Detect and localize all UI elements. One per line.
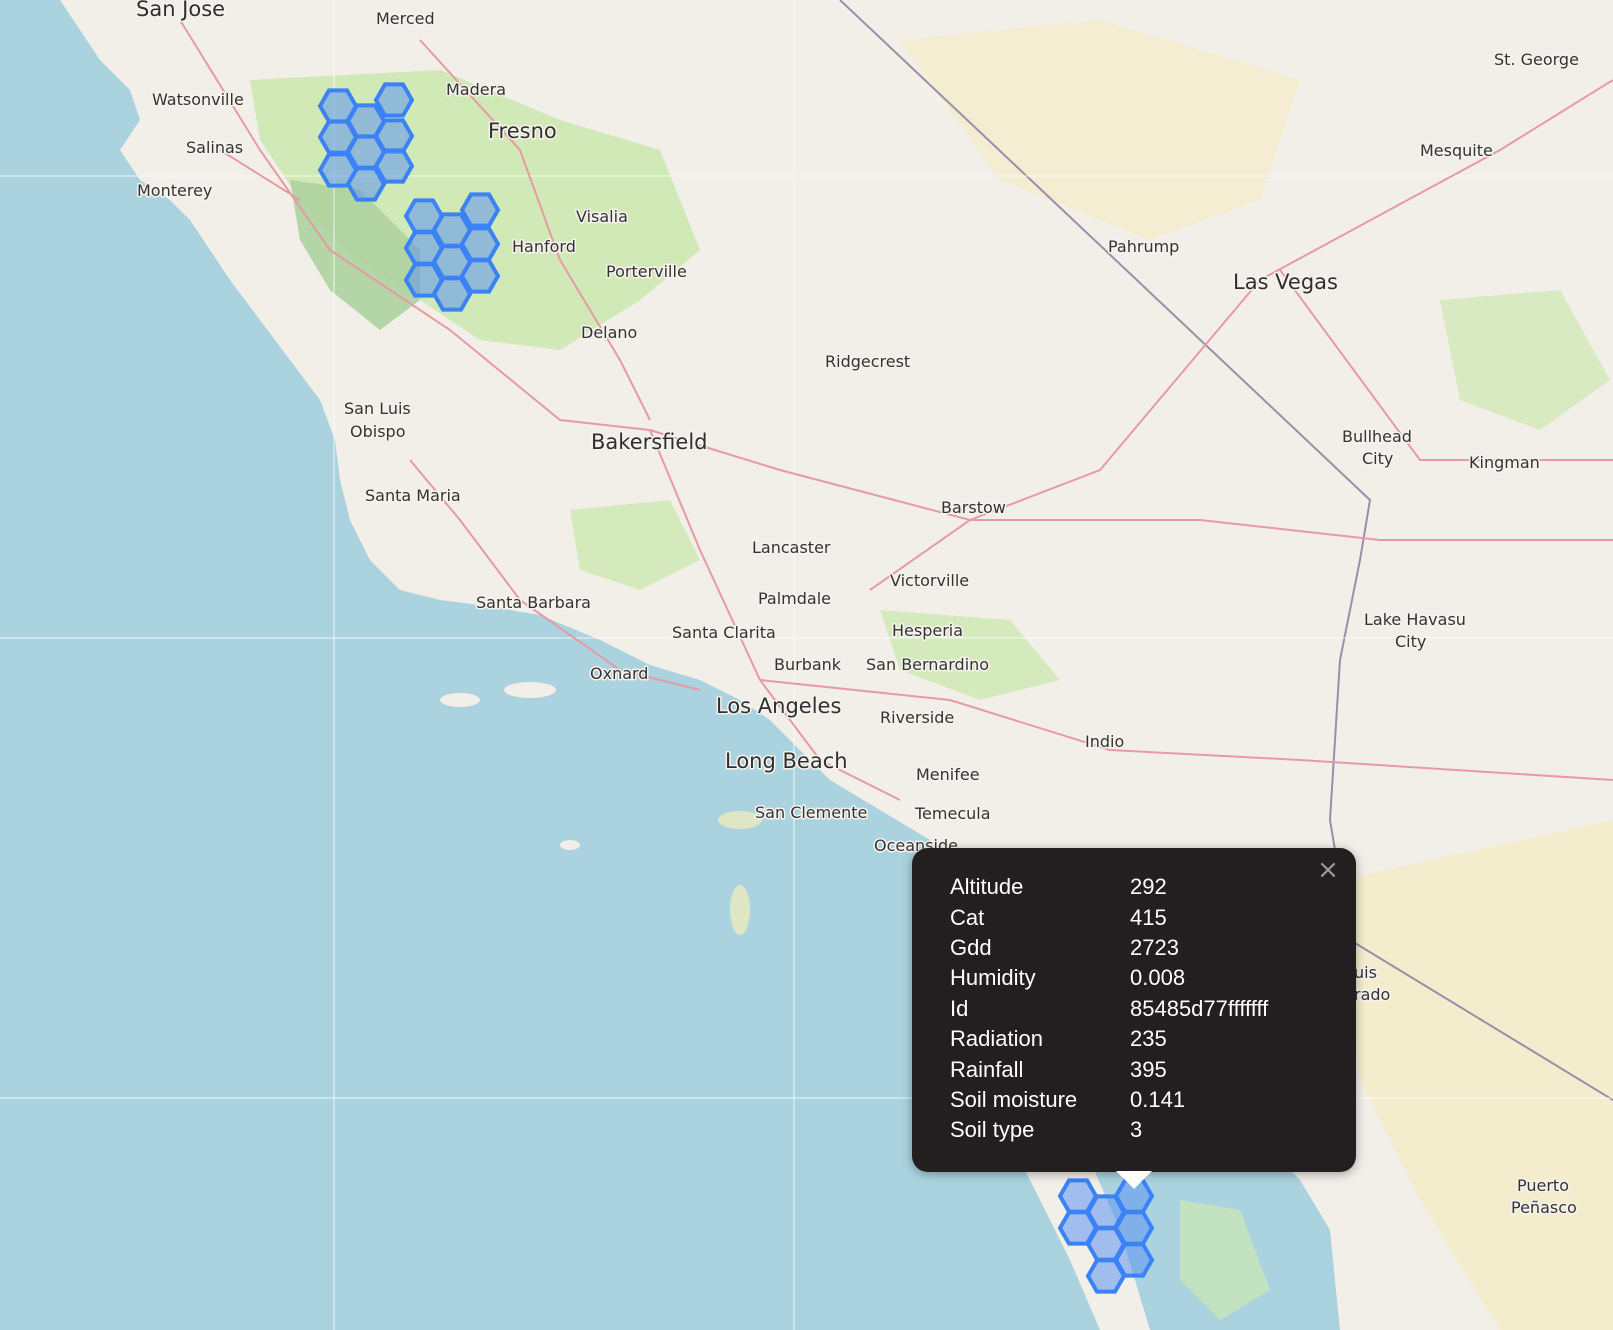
- place-label: Barstow: [941, 498, 1006, 517]
- hexagon-cell[interactable]: [373, 148, 415, 184]
- place-label: Porterville: [606, 262, 687, 281]
- popup-row: Humidity 0.008: [950, 963, 1268, 993]
- place-label: Indio: [1085, 732, 1124, 751]
- place-label: Visalia: [576, 207, 628, 226]
- hexagon-cell[interactable]: [459, 192, 501, 228]
- popup-key: Altitude: [950, 874, 1024, 900]
- hex-cluster-south[interactable]: [1057, 1178, 1155, 1294]
- hexagon-cell[interactable]: [459, 226, 501, 262]
- place-label: Salinas: [186, 138, 243, 157]
- popup-value: 415: [1130, 904, 1167, 930]
- popup-row: Radiation 235: [950, 1024, 1268, 1054]
- popup-value: 85485d77fffffff: [1130, 995, 1269, 1021]
- place-label: Santa Maria: [365, 486, 461, 505]
- hex-cluster-central[interactable]: [403, 192, 501, 312]
- place-label: Victorville: [890, 571, 969, 590]
- popup-row: Soil type 3: [950, 1115, 1268, 1145]
- popup-row: Gdd 2723: [950, 933, 1268, 963]
- popup-row: Cat 415: [950, 902, 1268, 932]
- place-label: Hanford: [512, 237, 576, 256]
- place-label: Pahrump: [1108, 237, 1179, 256]
- place-label: Merced: [376, 9, 435, 28]
- place-label: rado: [1354, 985, 1390, 1004]
- place-label: Madera: [446, 80, 506, 99]
- place-label: Las Vegas: [1233, 270, 1338, 294]
- hexagon-cell[interactable]: [1113, 1242, 1155, 1278]
- popup-value: 0.141: [1130, 1086, 1186, 1112]
- hexagon-cell[interactable]: [373, 82, 415, 118]
- popup-key: Id: [950, 995, 969, 1021]
- place-label: Los Angeles: [716, 694, 841, 718]
- popup-value: 395: [1130, 1056, 1167, 1082]
- place-label: Kingman: [1469, 453, 1540, 472]
- popup-key: Gdd: [950, 934, 992, 960]
- place-label: Burbank: [774, 655, 842, 674]
- info-popup[interactable]: × Altitude 292 Cat 415 Gdd 2723 Humidity 0.008 I…: [912, 848, 1356, 1172]
- place-label: Fresno: [488, 119, 557, 143]
- place-label: Temecula: [914, 804, 991, 823]
- hexagon-cell[interactable]: [1113, 1210, 1155, 1246]
- popup-row: Soil moisture 0.141: [950, 1085, 1268, 1115]
- place-label: Peñasco: [1511, 1198, 1577, 1217]
- place-label: Santa Barbara: [476, 593, 591, 612]
- place-label: Monterey: [137, 181, 212, 200]
- place-label: San Bernardino: [866, 655, 989, 674]
- popup-value: 2723: [1130, 934, 1179, 960]
- place-label: Bullhead: [1342, 427, 1412, 446]
- place-label: City: [1395, 632, 1426, 651]
- popup-pointer: [1116, 1171, 1152, 1189]
- place-label: St. George: [1494, 50, 1579, 69]
- popup-key: Humidity: [950, 965, 1036, 991]
- popup-row: Id 85485d77fffffff: [950, 994, 1268, 1024]
- place-label: Obispo: [350, 422, 405, 441]
- popup-attribute-table: Altitude 292 Cat 415 Gdd 2723 Humidity 0.008 Id 8…: [950, 872, 1268, 1146]
- place-label: Lancaster: [752, 538, 831, 557]
- place-label: Hesperia: [892, 621, 963, 640]
- place-label: Long Beach: [725, 749, 848, 773]
- popup-value: 292: [1130, 874, 1167, 900]
- place-label: Palmdale: [758, 589, 831, 608]
- place-label: Mesquite: [1420, 141, 1493, 160]
- hexagon-cell[interactable]: [373, 118, 415, 154]
- popup-key: Rainfall: [950, 1056, 1024, 1082]
- popup-key: Soil moisture: [950, 1086, 1078, 1112]
- hexagon-cell[interactable]: [459, 258, 501, 294]
- place-label: Puerto: [1517, 1176, 1569, 1195]
- place-label: Bakersfield: [591, 430, 708, 454]
- popup-value: 0.008: [1130, 965, 1186, 991]
- place-label: San Clemente: [755, 803, 867, 822]
- place-label: San Jose: [136, 0, 225, 21]
- popup-key: Cat: [950, 904, 985, 930]
- close-icon[interactable]: ×: [1314, 856, 1342, 884]
- place-label: Menifee: [916, 765, 980, 784]
- map-overlay: San Jose Merced Madera Fresno Watsonville Sal…: [135, 0, 1580, 1294]
- hex-cluster-north[interactable]: [317, 82, 415, 202]
- place-label: Lake Havasu: [1364, 610, 1466, 629]
- place-label: Watsonville: [152, 90, 244, 109]
- popup-key: Soil type: [950, 1117, 1035, 1143]
- place-label: Ridgecrest: [825, 352, 910, 371]
- popup-value: 3: [1130, 1117, 1143, 1143]
- place-label: Santa Clarita: [672, 623, 776, 642]
- place-label: Riverside: [880, 708, 954, 727]
- place-label: City: [1362, 449, 1393, 468]
- place-label: Delano: [581, 323, 637, 342]
- place-label: Oxnard: [590, 664, 648, 683]
- place-label: San Luis: [344, 399, 411, 418]
- popup-row: Altitude 292: [950, 872, 1268, 902]
- popup-row: Rainfall 395: [950, 1054, 1268, 1084]
- popup-key: Radiation: [950, 1026, 1043, 1052]
- place-label: uis: [1354, 963, 1377, 982]
- popup-value: 235: [1130, 1026, 1167, 1052]
